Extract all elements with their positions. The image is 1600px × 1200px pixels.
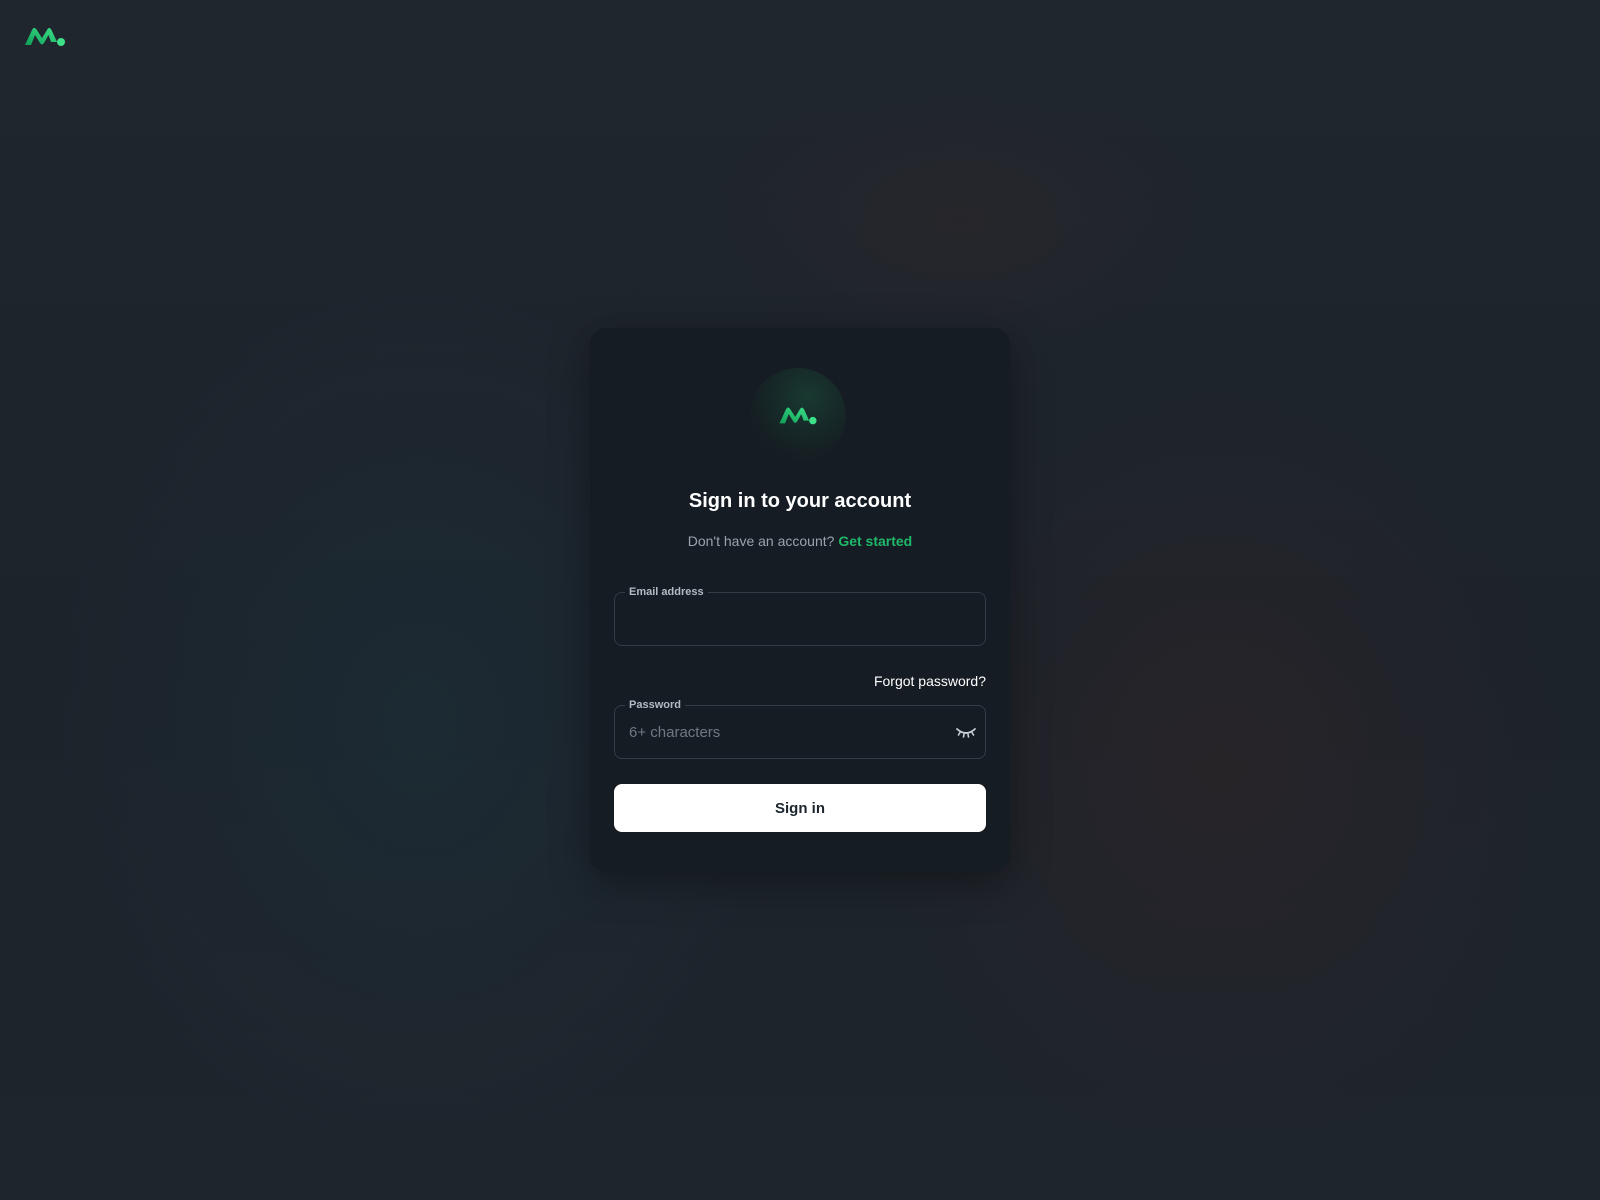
eye-closed-icon[interactable] xyxy=(955,723,977,741)
signup-prompt-text: Don't have an account? xyxy=(687,533,835,549)
logo-icon xyxy=(778,402,818,428)
card-logo xyxy=(750,368,850,464)
email-input[interactable] xyxy=(629,593,949,645)
email-field[interactable]: Email address xyxy=(614,585,986,646)
forgot-password-link[interactable]: Forgot password? xyxy=(874,673,986,689)
get-started-link[interactable]: Get started xyxy=(838,533,912,549)
page-title: Sign in to your account xyxy=(688,490,912,512)
password-input[interactable] xyxy=(629,706,949,758)
signup-prompt: Don't have an account? Get started xyxy=(590,533,1010,549)
sign-in-card: Sign in to your account Don't have an ac… xyxy=(590,328,1010,872)
sign-in-button[interactable]: Sign in xyxy=(614,784,986,832)
logo-icon[interactable] xyxy=(24,22,66,50)
password-field[interactable]: Password xyxy=(614,698,986,759)
